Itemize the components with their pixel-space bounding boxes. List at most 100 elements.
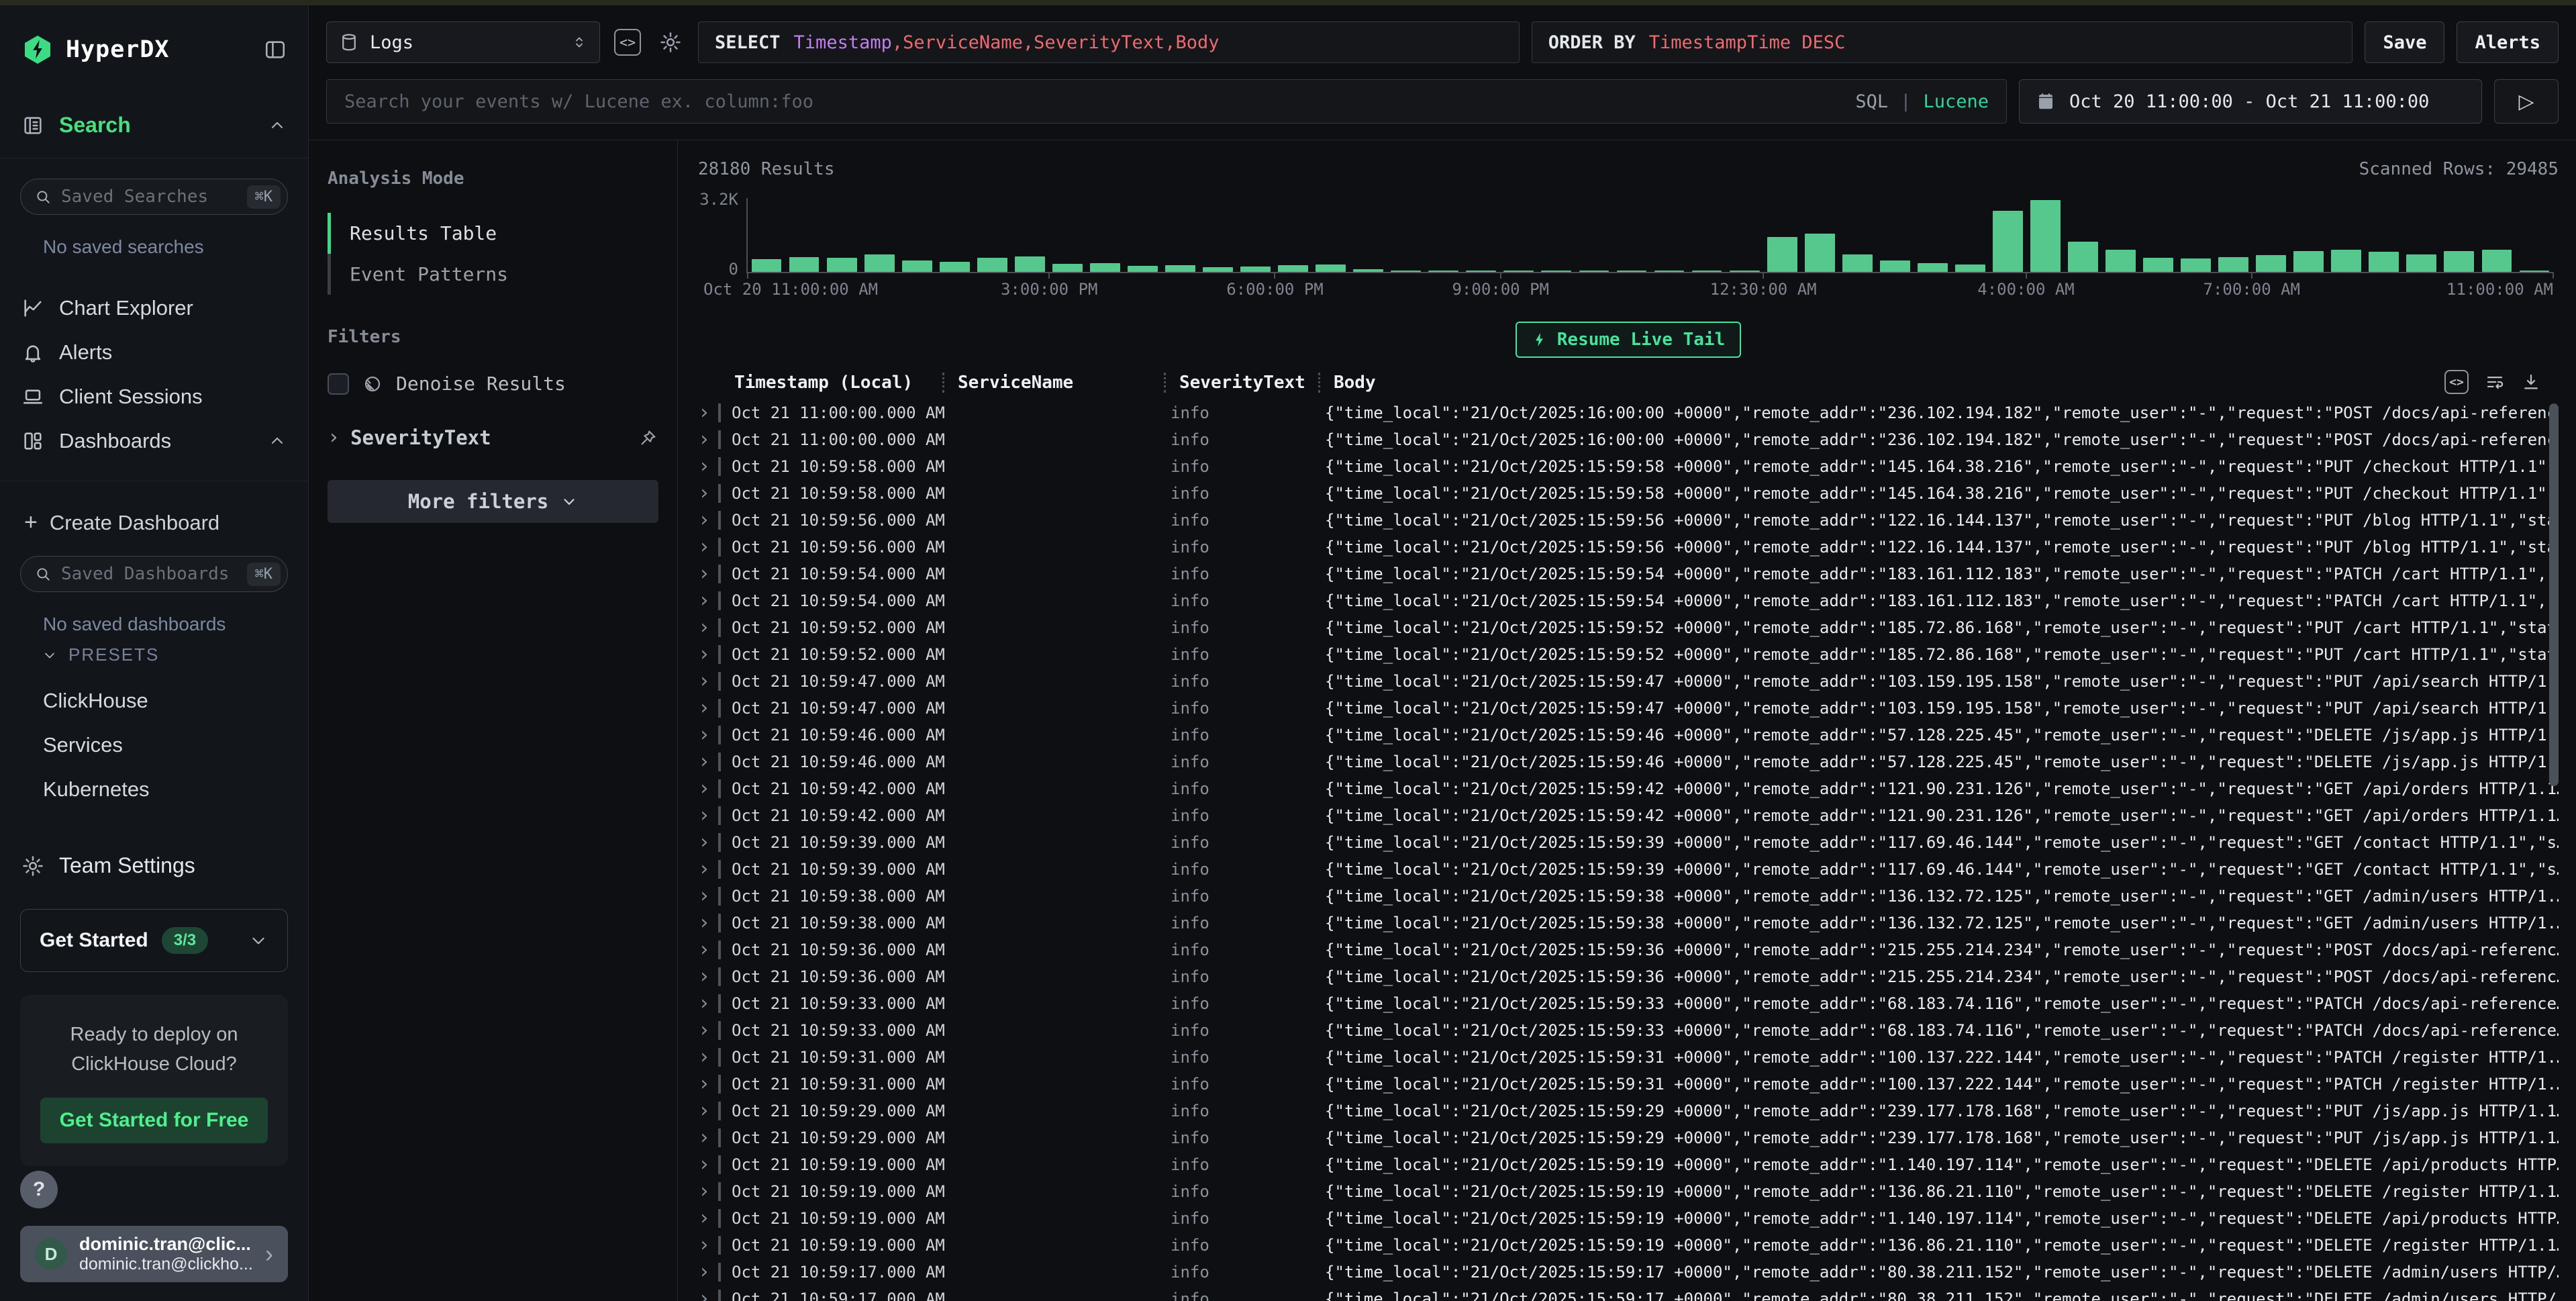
row-expand-icon[interactable]: › — [698, 967, 718, 987]
log-row[interactable]: ›Oct 21 10:59:52.000 AMinfo{"time_local"… — [698, 614, 2559, 641]
log-row[interactable]: ›Oct 21 10:59:19.000 AMinfo{"time_local"… — [698, 1232, 2559, 1259]
date-range-picker[interactable]: Oct 20 11:00:00 - Oct 21 11:00:00 — [2019, 79, 2482, 124]
column-header-servicename[interactable]: ServiceName — [942, 373, 1164, 393]
row-expand-icon[interactable]: › — [698, 886, 718, 906]
row-expand-icon[interactable]: › — [698, 510, 718, 530]
search-input[interactable]: Search your events w/ Lucene ex. column:… — [326, 79, 2007, 124]
row-expand-icon[interactable]: › — [698, 644, 718, 665]
row-expand-icon[interactable]: › — [698, 859, 718, 879]
log-row[interactable]: ›Oct 21 10:59:19.000 AMinfo{"time_local"… — [698, 1151, 2559, 1178]
row-expand-icon[interactable]: › — [698, 1047, 718, 1067]
analysis-mode-results-table[interactable]: Results Table — [328, 213, 658, 254]
presets-toggle[interactable]: PRESETS — [20, 644, 288, 665]
row-expand-icon[interactable]: › — [698, 1074, 718, 1094]
row-expand-icon[interactable]: › — [698, 1235, 718, 1255]
log-row[interactable]: ›Oct 21 10:59:56.000 AMinfo{"time_local"… — [698, 534, 2559, 561]
log-row[interactable]: ›Oct 21 10:59:36.000 AMinfo{"time_local"… — [698, 936, 2559, 963]
row-expand-icon[interactable]: › — [698, 1262, 718, 1282]
row-expand-icon[interactable]: › — [698, 913, 718, 933]
table-source-code-icon[interactable]: <> — [2444, 370, 2469, 394]
log-row[interactable]: ›Oct 21 11:00:00.000 AMinfo{"time_local"… — [698, 426, 2559, 453]
preset-item-kubernetes[interactable]: Kubernetes — [20, 767, 288, 812]
column-header-body[interactable]: Body — [1318, 373, 2559, 393]
analysis-mode-event-patterns[interactable]: Event Patterns — [328, 254, 658, 295]
log-row[interactable]: ›Oct 21 10:59:19.000 AMinfo{"time_local"… — [698, 1205, 2559, 1232]
log-row[interactable]: ›Oct 21 10:59:33.000 AMinfo{"time_local"… — [698, 1017, 2559, 1044]
log-row[interactable]: ›Oct 21 10:59:42.000 AMinfo{"time_local"… — [698, 775, 2559, 802]
row-expand-icon[interactable]: › — [698, 671, 718, 691]
row-expand-icon[interactable]: › — [698, 1182, 718, 1202]
log-row[interactable]: ›Oct 21 10:59:38.000 AMinfo{"time_local"… — [698, 910, 2559, 936]
saved-searches-input[interactable]: Saved Searches ⌘K — [20, 179, 288, 215]
row-expand-icon[interactable]: › — [698, 591, 718, 611]
row-expand-icon[interactable]: › — [698, 483, 718, 503]
get-started-dropdown[interactable]: Get Started 3/3 — [20, 909, 288, 972]
sidebar-item-dashboards[interactable]: Dashboards — [20, 419, 288, 463]
scrollbar-thumb[interactable] — [2549, 403, 2559, 786]
row-expand-icon[interactable]: › — [698, 1289, 718, 1301]
log-row[interactable]: ›Oct 21 10:59:46.000 AMinfo{"time_local"… — [698, 722, 2559, 749]
row-expand-icon[interactable]: › — [698, 1020, 718, 1041]
alerts-button[interactable]: Alerts — [2457, 21, 2559, 63]
log-row[interactable]: ›Oct 21 10:59:31.000 AMinfo{"time_local"… — [698, 1044, 2559, 1071]
log-row[interactable]: ›Oct 21 10:59:39.000 AMinfo{"time_local"… — [698, 829, 2559, 856]
row-expand-icon[interactable]: › — [698, 537, 718, 557]
get-started-free-button[interactable]: Get Started for Free — [40, 1098, 268, 1143]
row-expand-icon[interactable]: › — [698, 806, 718, 826]
log-row[interactable]: ›Oct 21 10:59:46.000 AMinfo{"time_local"… — [698, 749, 2559, 775]
table-scrollbar[interactable] — [2549, 403, 2559, 1294]
wrap-lines-icon[interactable] — [2485, 372, 2505, 392]
denoise-results-toggle[interactable]: Denoise Results — [328, 373, 658, 395]
run-query-button[interactable]: ▷ — [2494, 79, 2559, 124]
row-expand-icon[interactable]: › — [698, 752, 718, 772]
row-expand-icon[interactable]: › — [698, 1155, 718, 1175]
language-toggle-sql[interactable]: SQL — [1855, 91, 1888, 112]
select-clause-input[interactable]: SELECT Timestamp ,ServiceName,SeverityTe… — [698, 21, 1520, 63]
source-select[interactable]: Logs — [326, 21, 600, 63]
column-header-severitytext[interactable]: SeverityText — [1164, 373, 1318, 393]
row-expand-icon[interactable]: › — [698, 698, 718, 718]
row-expand-icon[interactable]: › — [698, 832, 718, 853]
more-filters-button[interactable]: More filters — [328, 480, 658, 523]
log-row[interactable]: ›Oct 21 10:59:39.000 AMinfo{"time_local"… — [698, 856, 2559, 883]
user-profile-button[interactable]: D dominic.tran@clic... dominic.tran@clic… — [20, 1226, 288, 1282]
sidebar-item-client-sessions[interactable]: Client Sessions — [20, 375, 288, 419]
log-row[interactable]: ›Oct 21 10:59:33.000 AMinfo{"time_local"… — [698, 990, 2559, 1017]
log-row[interactable]: ›Oct 21 10:59:38.000 AMinfo{"time_local"… — [698, 883, 2559, 910]
row-expand-icon[interactable]: › — [698, 564, 718, 584]
row-expand-icon[interactable]: › — [698, 779, 718, 799]
row-expand-icon[interactable]: › — [698, 725, 718, 745]
log-row[interactable]: ›Oct 21 10:59:58.000 AMinfo{"time_local"… — [698, 453, 2559, 480]
row-expand-icon[interactable]: › — [698, 430, 718, 450]
log-row[interactable]: ›Oct 21 10:59:17.000 AMinfo{"time_local"… — [698, 1286, 2559, 1301]
row-expand-icon[interactable]: › — [698, 994, 718, 1014]
log-row[interactable]: ›Oct 21 10:59:29.000 AMinfo{"time_local"… — [698, 1124, 2559, 1151]
row-expand-icon[interactable]: › — [698, 1208, 718, 1228]
log-row[interactable]: ›Oct 21 10:59:47.000 AMinfo{"time_local"… — [698, 695, 2559, 722]
preset-item-clickhouse[interactable]: ClickHouse — [20, 679, 288, 723]
row-expand-icon[interactable]: › — [698, 456, 718, 477]
saved-dashboards-input[interactable]: Saved Dashboards ⌘K — [20, 556, 288, 592]
log-row[interactable]: ›Oct 21 10:59:17.000 AMinfo{"time_local"… — [698, 1259, 2559, 1286]
sidebar-item-team-settings[interactable]: Team Settings — [20, 853, 288, 878]
pin-icon[interactable] — [638, 428, 658, 448]
sidebar-collapse-icon[interactable] — [264, 38, 287, 61]
row-expand-icon[interactable]: › — [698, 403, 718, 423]
log-row[interactable]: ›Oct 21 10:59:54.000 AMinfo{"time_local"… — [698, 587, 2559, 614]
results-histogram[interactable]: 3.2K 0 Oct 20 11:00:00 AM3:00:00 PM6:00:… — [698, 189, 2559, 304]
log-row[interactable]: ›Oct 21 11:00:00.000 AMinfo{"time_local"… — [698, 399, 2559, 426]
denoise-checkbox[interactable] — [328, 373, 349, 395]
settings-button[interactable] — [655, 27, 686, 58]
log-row[interactable]: ›Oct 21 10:59:56.000 AMinfo{"time_local"… — [698, 507, 2559, 534]
row-expand-icon[interactable]: › — [698, 1128, 718, 1148]
log-row[interactable]: ›Oct 21 10:59:36.000 AMinfo{"time_local"… — [698, 963, 2559, 990]
sidebar-item-alerts[interactable]: Alerts — [20, 330, 288, 375]
sidebar-item-chart-explorer[interactable]: Chart Explorer — [20, 286, 288, 330]
code-view-button[interactable]: <> — [612, 27, 643, 58]
orderby-clause-input[interactable]: ORDER BY TimestampTime DESC — [1532, 21, 2353, 63]
log-row[interactable]: ›Oct 21 10:59:52.000 AMinfo{"time_local"… — [698, 641, 2559, 668]
preset-item-services[interactable]: Services — [20, 723, 288, 767]
log-row[interactable]: ›Oct 21 10:59:58.000 AMinfo{"time_local"… — [698, 480, 2559, 507]
help-button[interactable]: ? — [20, 1171, 58, 1208]
row-expand-icon[interactable]: › — [698, 618, 718, 638]
